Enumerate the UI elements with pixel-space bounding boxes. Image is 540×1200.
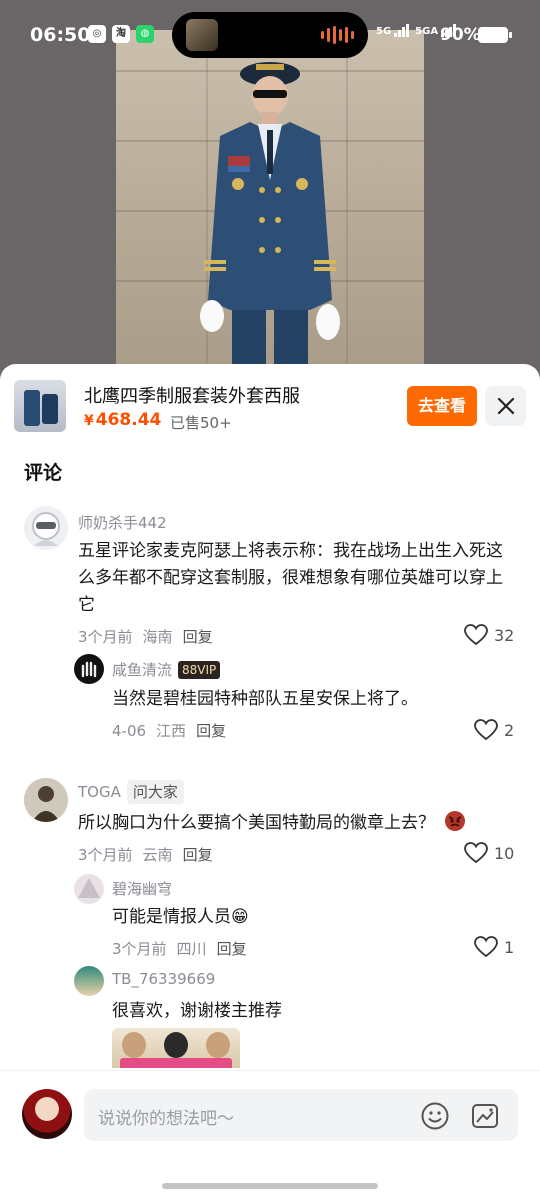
avatar[interactable] [24, 778, 68, 822]
comment-username[interactable]: TOGA 问大家 [78, 780, 184, 804]
comment-meta: 3个月前 云南 回复 [78, 844, 223, 865]
taobao-icon: 淘 [112, 25, 130, 43]
avatar[interactable] [74, 654, 104, 684]
emoji-icon[interactable] [420, 1101, 450, 1131]
screen: 06:50 ◎ 淘 ◍ 5G 5GA 90% 北鹰四季制服套装外套西服 ¥ 46… [0, 0, 540, 1200]
home-indicator[interactable] [162, 1183, 378, 1189]
heart-icon [474, 719, 498, 741]
product-price: ¥468.44 [84, 410, 162, 430]
heart-icon [474, 936, 498, 958]
reply-button[interactable]: 回复 [196, 722, 226, 740]
dynamic-island[interactable] [172, 12, 368, 58]
avatar[interactable] [74, 874, 104, 904]
reply-username[interactable]: TB_76339669 [112, 970, 215, 988]
sold-count: 已售50+ [170, 414, 232, 432]
reply-time: 3个月前 [112, 940, 167, 958]
like-count: 2 [504, 720, 515, 740]
status-bar: 06:50 ◎ 淘 ◍ 5G 5GA 90% [0, 0, 540, 70]
audio-wave-icon [321, 26, 354, 44]
angry-emoji-icon [445, 811, 466, 831]
like-count: 10 [494, 843, 515, 863]
reply-location: 四川 [176, 940, 207, 958]
avatar[interactable] [24, 506, 68, 550]
close-icon [497, 397, 514, 415]
like-button[interactable]: 1 [474, 936, 514, 958]
hand-avatar-icon [81, 661, 97, 678]
signal-5g: 5G [376, 24, 410, 37]
uniform-model-figure [200, 62, 340, 380]
product-thumbnail[interactable] [14, 380, 66, 432]
status-time: 06:50 [30, 24, 91, 46]
reply-text: 可能是情报人员😁 [112, 907, 249, 927]
reply-time: 4-06 [112, 722, 147, 740]
like-button[interactable]: 32 [464, 624, 514, 646]
comments-title: 评论 [24, 462, 63, 484]
comment-username[interactable]: 师奶杀手442 [78, 512, 167, 533]
reply-image[interactable] [112, 1028, 240, 1068]
media-thumbnail [186, 19, 218, 51]
netease-icon: ◎ [88, 25, 106, 43]
comment-location: 海南 [142, 628, 173, 646]
comment-input-bar: 说说你的想法吧～ [0, 1070, 540, 1200]
reply-username[interactable]: 咸鱼清流 88VIP [112, 659, 221, 680]
like-count: 1 [504, 937, 515, 957]
soldier-avatar-icon [24, 778, 68, 822]
like-count: 32 [494, 625, 515, 645]
close-button[interactable] [485, 386, 526, 426]
reply-meta: 4-06 江西 回复 [112, 720, 236, 741]
comment-location: 云南 [142, 846, 173, 864]
product-card[interactable]: 北鹰四季制服套装外套西服 ¥468.44 已售50+ 去查看 [14, 380, 526, 436]
reply-text: 当然是碧桂园特种部队五星安保上将了。 [112, 689, 418, 709]
view-product-button[interactable]: 去查看 [407, 386, 477, 426]
avatar[interactable] [74, 966, 104, 996]
wechat-icon: ◍ [136, 25, 154, 43]
heart-icon [464, 624, 488, 646]
comment-meta: 3个月前 海南 回复 [78, 626, 223, 647]
notification-icons: ◎ 淘 ◍ [88, 25, 154, 43]
comment-text: 所以胸口为什么要搞个美国特勤局的徽章上去？ [78, 810, 518, 837]
reply-meta: 3个月前 四川 回复 [112, 938, 257, 959]
ask-tag[interactable]: 问大家 [126, 780, 184, 804]
heart-icon [464, 842, 488, 864]
like-button[interactable]: 10 [464, 842, 514, 864]
battery-icon [478, 27, 512, 43]
battery-percent: 90% [440, 25, 481, 45]
image-icon[interactable] [470, 1101, 500, 1131]
comment-time: 3个月前 [78, 846, 133, 864]
reply-button[interactable]: 回复 [183, 846, 213, 864]
reply-button[interactable]: 回复 [183, 628, 213, 646]
abstract-avatar-icon [78, 878, 100, 898]
reply-button[interactable]: 回复 [217, 940, 247, 958]
like-button[interactable]: 2 [474, 719, 514, 741]
comment-input[interactable]: 说说你的想法吧～ [84, 1089, 518, 1141]
my-avatar[interactable] [22, 1089, 72, 1139]
comment-text: 五星评论家麦克阿瑟上将表示称：我在战场上出生入死这么多年都不配穿这套制服，很难想… [78, 541, 503, 615]
reply-username[interactable]: 碧海幽穹 [112, 878, 172, 899]
comment-time: 3个月前 [78, 628, 133, 646]
default-avatar-icon [32, 512, 60, 546]
comment-placeholder: 说说你的想法吧～ [98, 1109, 234, 1129]
reply-location: 江西 [156, 722, 187, 740]
vip-badge: 88VIP [178, 661, 221, 679]
reply-text: 很喜欢，谢谢楼主推荐 [112, 1001, 282, 1021]
product-title[interactable]: 北鹰四季制服套装外套西服 [84, 382, 300, 408]
